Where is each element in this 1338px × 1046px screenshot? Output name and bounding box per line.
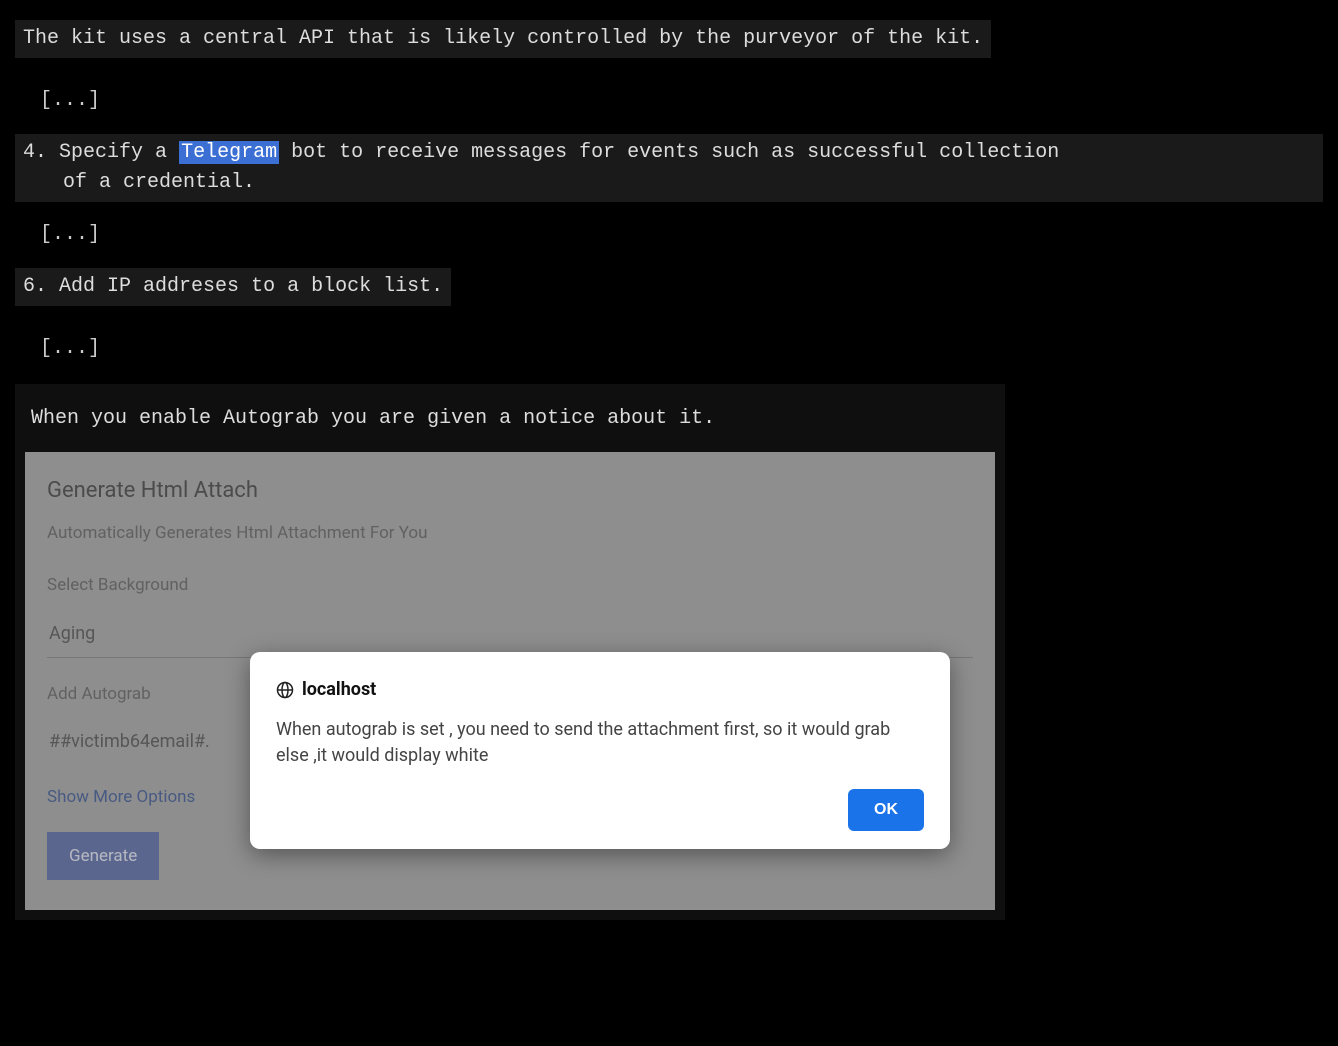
form-title: Generate Html Attach [47,474,973,507]
ellipsis-3: [...] [40,334,1323,364]
form-panel: Generate Html Attach Automatically Gener… [25,452,995,910]
item4-pre: Specify a [59,141,179,164]
ellipsis-2: [...] [40,220,1323,250]
autograb-panel: When you enable Autograb you are given a… [15,384,1005,920]
list-item-6: 6. Add IP addreses to a block list. [15,268,451,306]
globe-icon [276,681,294,699]
alert-message: When autograb is set , you need to send … [276,717,924,769]
ok-button[interactable]: OK [848,789,924,831]
list-number-6: 6. [23,275,47,298]
intro-text: The kit uses a central API that is likel… [15,20,991,58]
alert-title: localhost [302,676,376,703]
alert-header: localhost [276,676,924,703]
item6-text: Add IP addreses to a block list. [59,275,443,298]
intro-line: The kit uses a central API that is likel… [15,20,1323,68]
browser-alert: localhost When autograb is set , you nee… [250,652,950,849]
ellipsis-1: [...] [40,86,1323,116]
item4-continuation: of a credential. [23,168,1315,198]
list-item-6-wrapper: 6. Add IP addreses to a block list. [15,268,1323,316]
alert-actions: OK [276,789,924,831]
item4-post: bot to receive messages for events such … [279,141,1059,164]
form-subtitle: Automatically Generates Html Attachment … [47,521,973,547]
list-item-4: 4. Specify a Telegram bot to receive mes… [15,134,1323,202]
list-number-4: 4. [23,141,47,164]
generate-button[interactable]: Generate [47,832,159,880]
telegram-highlight: Telegram [179,141,279,164]
select-background-label: Select Background [47,573,973,599]
panel-caption: When you enable Autograb you are given a… [25,398,995,452]
